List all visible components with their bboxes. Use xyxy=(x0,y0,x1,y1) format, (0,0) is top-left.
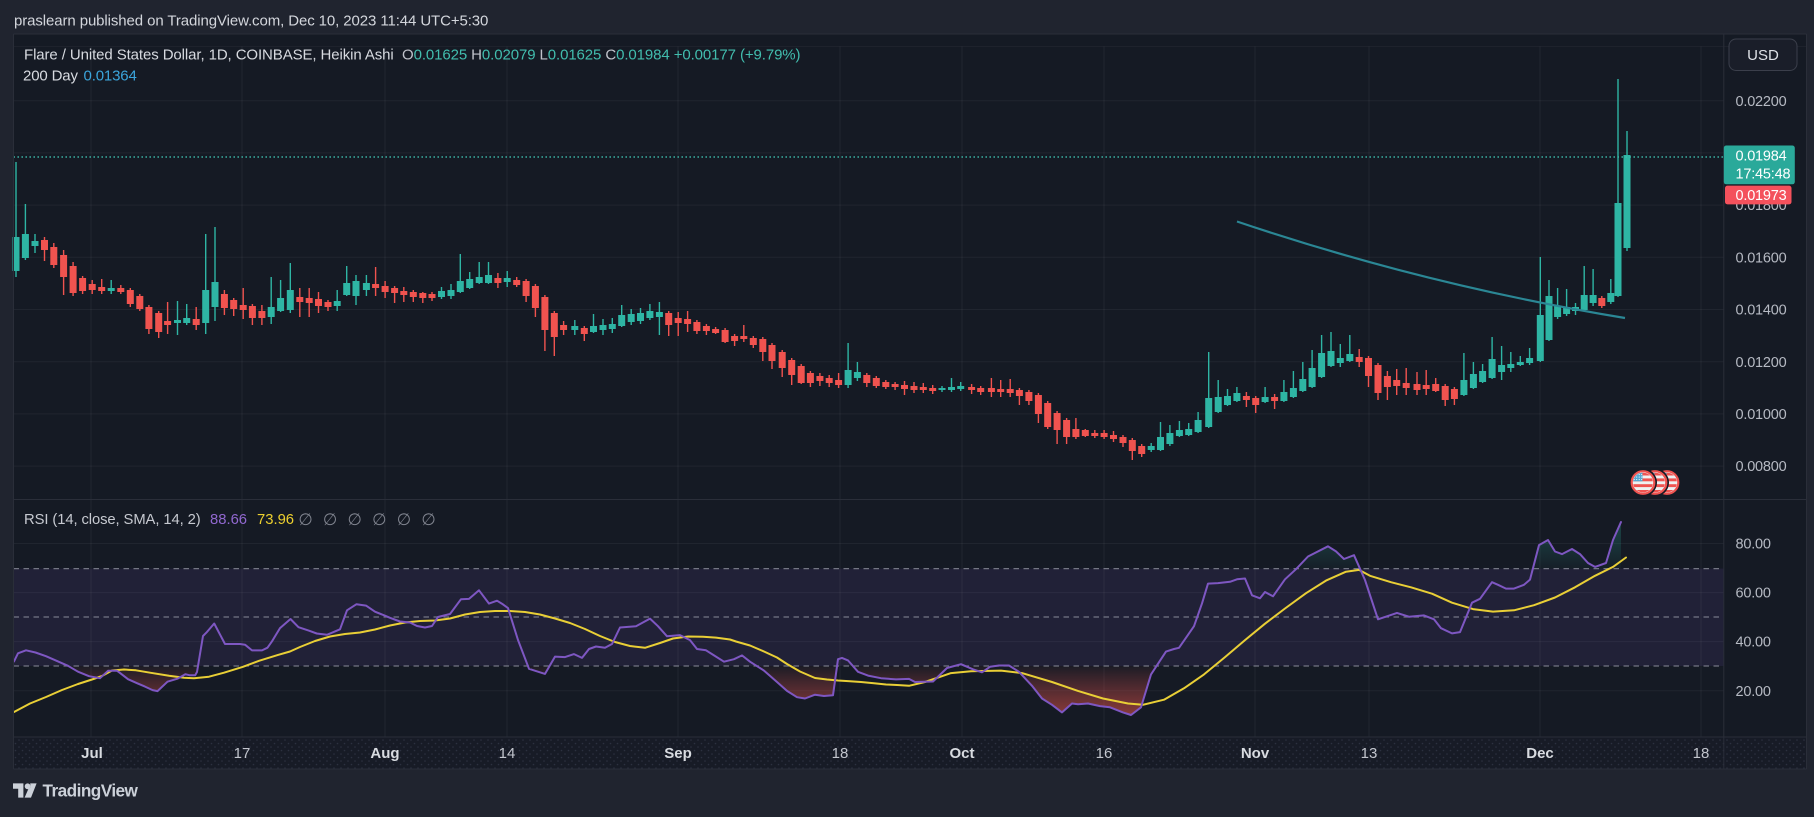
svg-text:0.01400: 0.01400 xyxy=(1736,303,1787,319)
svg-text:∅: ∅ xyxy=(298,511,312,529)
svg-text:17: 17 xyxy=(234,745,251,762)
svg-text:∅: ∅ xyxy=(348,511,362,529)
svg-text:RSI (14, close, SMA, 14, 2): RSI (14, close, SMA, 14, 2) xyxy=(24,512,201,528)
svg-text:40.00: 40.00 xyxy=(1736,635,1771,651)
svg-text:Oct: Oct xyxy=(949,745,974,762)
svg-text:18: 18 xyxy=(832,745,849,762)
svg-text:13: 13 xyxy=(1361,745,1378,762)
svg-text:∅: ∅ xyxy=(397,511,411,529)
svg-text:praslearn published on Trading: praslearn published on TradingView.com, … xyxy=(14,13,488,30)
svg-text:O0.01625 H0.02079 L0.01625 C0.: O0.01625 H0.02079 L0.01625 C0.01984 +0.0… xyxy=(402,47,801,64)
svg-text:0.01984: 0.01984 xyxy=(1736,149,1787,165)
svg-text:20.00: 20.00 xyxy=(1736,684,1771,700)
svg-text:0.01200: 0.01200 xyxy=(1736,355,1787,371)
svg-text:18: 18 xyxy=(1693,745,1710,762)
svg-text:∅: ∅ xyxy=(372,511,386,529)
svg-text:Aug: Aug xyxy=(370,745,399,762)
svg-text:0.00800: 0.00800 xyxy=(1736,459,1787,475)
svg-text:0.01000: 0.01000 xyxy=(1736,407,1787,423)
svg-text:80.00: 80.00 xyxy=(1736,537,1771,553)
svg-text:0.01973: 0.01973 xyxy=(1736,188,1787,204)
svg-text:USD: USD xyxy=(1747,47,1779,64)
svg-text:Sep: Sep xyxy=(664,745,692,762)
svg-text:∅: ∅ xyxy=(421,511,435,529)
svg-text:200 Day: 200 Day xyxy=(23,68,78,85)
svg-text:Flare / United States Dollar,: Flare / United States Dollar, 1D, COINBA… xyxy=(24,47,394,64)
svg-text:60.00: 60.00 xyxy=(1736,586,1771,602)
svg-text:14: 14 xyxy=(499,745,516,762)
svg-text:88.66: 88.66 xyxy=(210,512,247,528)
svg-text:∅: ∅ xyxy=(323,511,337,529)
svg-text:73.96: 73.96 xyxy=(257,512,294,528)
svg-text:Nov: Nov xyxy=(1241,745,1270,762)
svg-text:Jul: Jul xyxy=(81,745,103,762)
svg-text:17:45:48: 17:45:48 xyxy=(1736,166,1791,182)
svg-text:16: 16 xyxy=(1096,745,1113,762)
svg-text:Dec: Dec xyxy=(1526,745,1554,762)
svg-text:0.01600: 0.01600 xyxy=(1736,250,1787,266)
svg-text:TradingView: TradingView xyxy=(43,781,139,801)
svg-text:0.02200: 0.02200 xyxy=(1736,94,1787,110)
svg-text:0.01364: 0.01364 xyxy=(84,68,137,85)
